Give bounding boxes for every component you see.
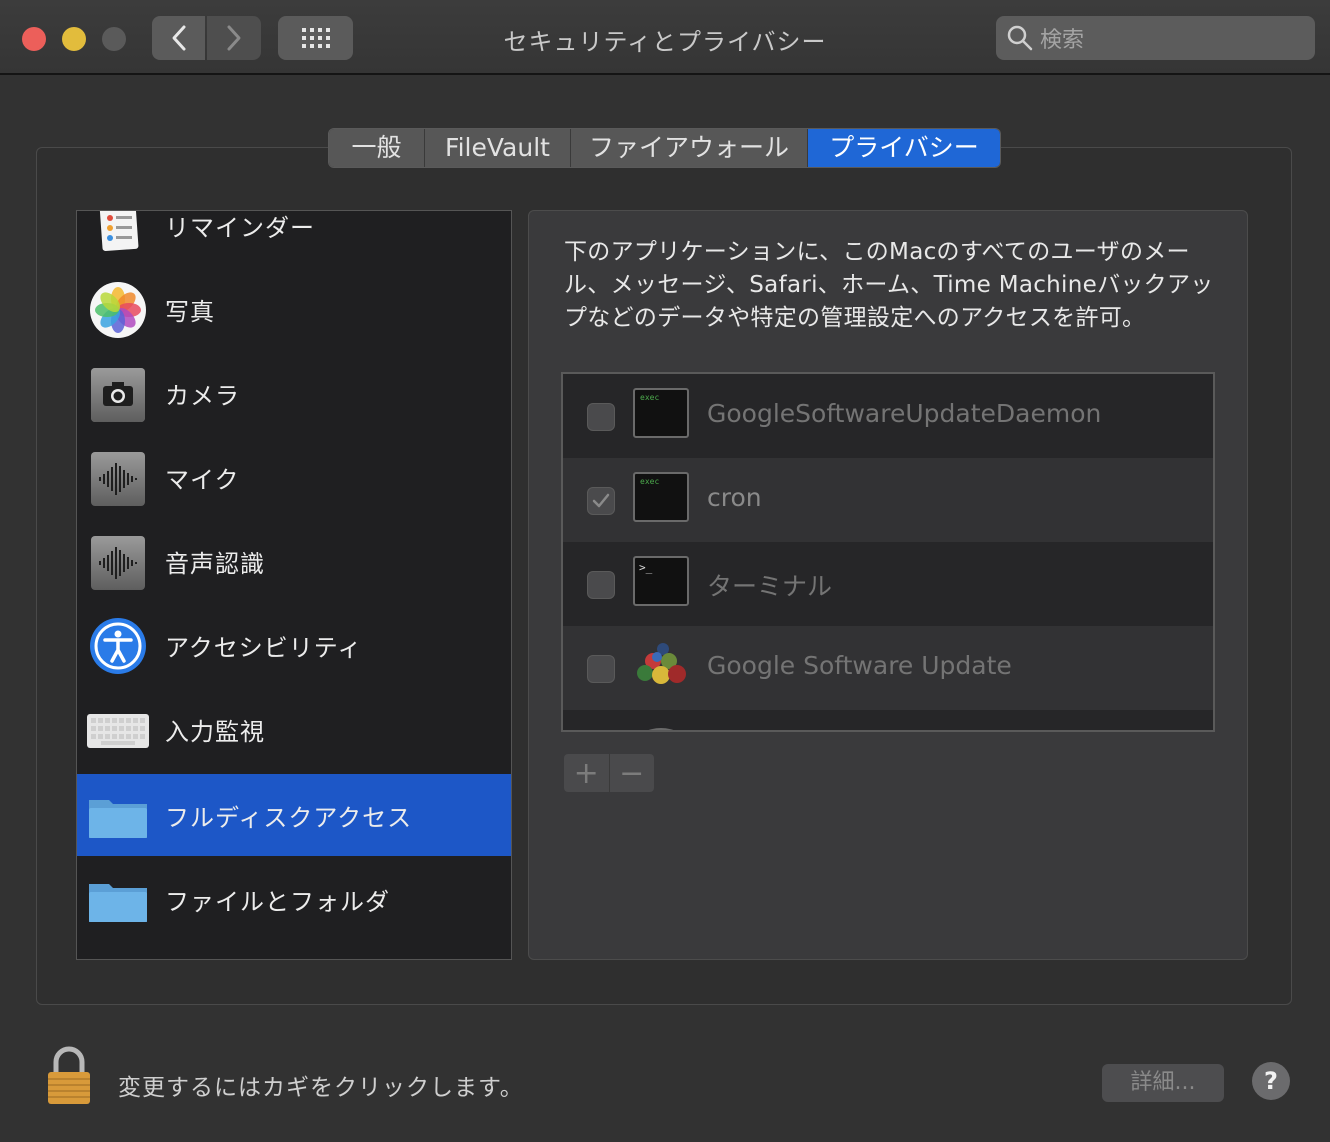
tab-privacy[interactable]: プライバシー <box>808 129 1000 167</box>
search-field[interactable]: 検索 <box>996 16 1315 60</box>
sidebar-item-camera[interactable]: カメラ <box>77 352 511 434</box>
app-name: ターミナル <box>707 572 833 601</box>
search-icon <box>1007 25 1033 51</box>
app-name: Google Software Update <box>707 651 1012 680</box>
speech-recognition-icon <box>91 536 145 590</box>
sidebar-item-microphone[interactable]: マイク <box>77 436 511 518</box>
details-button[interactable]: 詳細... <box>1102 1064 1224 1102</box>
folder-icon <box>89 800 147 838</box>
sidebar-item-label: 入力監視 <box>165 717 265 746</box>
sidebar-item-speech-recognition[interactable]: 音声認識 <box>77 520 511 602</box>
app-row[interactable]: exec GoogleSoftwareUpdateDaemon <box>563 374 1213 458</box>
app-checkbox[interactable] <box>587 655 615 683</box>
lock-icon[interactable] <box>44 1046 94 1106</box>
lock-instruction: 変更するにはカギをクリックします。 <box>118 1075 524 1101</box>
accessibility-icon <box>90 618 146 674</box>
exec-icon: exec <box>633 388 689 438</box>
reminders-icon <box>99 211 139 251</box>
app-row[interactable]: exec cron <box>563 458 1213 542</box>
app-row-partial[interactable] <box>563 710 1213 730</box>
photos-icon <box>90 282 146 338</box>
camera-icon <box>91 368 145 422</box>
add-button[interactable]: + <box>564 754 610 792</box>
app-name: cron <box>707 483 762 512</box>
app-row[interactable]: Google Software Update <box>563 626 1213 710</box>
app-row[interactable]: >_ ターミナル <box>563 542 1213 626</box>
keyboard-icon <box>87 714 149 748</box>
sidebar-item-label: 音声認識 <box>165 549 265 578</box>
sidebar-item-label: カメラ <box>165 381 240 410</box>
app-checkbox[interactable] <box>587 403 615 431</box>
sidebar-item-reminders[interactable]: リマインダー <box>77 211 511 266</box>
tab-filevault[interactable]: FileVault <box>425 129 571 167</box>
app-list[interactable]: exec GoogleSoftwareUpdateDaemon exec cro… <box>561 372 1215 732</box>
sidebar-item-photos[interactable]: 写真 <box>77 268 511 350</box>
sidebar-item-input-monitoring[interactable]: 入力監視 <box>77 688 511 770</box>
app-name: GoogleSoftwareUpdateDaemon <box>707 399 1102 428</box>
app-checkbox-checked[interactable] <box>587 487 615 515</box>
terminal-icon: >_ <box>633 556 689 606</box>
checkmark-icon <box>592 493 610 508</box>
sidebar-item-label: アクセシビリティ <box>165 633 363 662</box>
sidebar-item-label: 写真 <box>165 297 215 326</box>
exec-icon: exec <box>633 472 689 522</box>
exec-icon-text: exec <box>640 477 659 486</box>
microphone-icon <box>91 452 145 506</box>
tab-bar: 一般 FileVault ファイアウォール プライバシー <box>328 128 1001 168</box>
tab-firewall[interactable]: ファイアウォール <box>571 129 808 167</box>
sidebar-item-label: マイク <box>165 465 240 494</box>
privacy-category-list[interactable]: リマインダー 写真 カメラ マイク 音声認識 アクセシビリティ 入力監視 フルデ… <box>76 210 512 960</box>
search-placeholder: 検索 <box>1040 28 1085 53</box>
google-software-update-icon <box>637 643 686 684</box>
tab-general[interactable]: 一般 <box>329 129 425 167</box>
sidebar-item-label: フルディスクアクセス <box>165 803 413 832</box>
help-button[interactable]: ? <box>1252 1062 1290 1100</box>
title-bar: セキュリティとプライバシー 検索 <box>0 0 1330 75</box>
remove-button[interactable]: − <box>610 754 655 792</box>
exec-icon-text: exec <box>640 393 659 402</box>
sidebar-item-files-and-folders[interactable]: ファイルとフォルダ <box>77 858 511 940</box>
add-remove-buttons: + − <box>564 754 654 792</box>
sidebar-item-full-disk-access[interactable]: フルディスクアクセス <box>77 774 511 856</box>
sidebar-item-label: ファイルとフォルダ <box>165 887 390 916</box>
folder-icon <box>89 884 147 922</box>
sidebar-item-label: リマインダー <box>165 213 315 242</box>
sidebar-item-accessibility[interactable]: アクセシビリティ <box>77 604 511 686</box>
full-disk-access-description: 下のアプリケーションに、このMacのすべてのユーザのメール、メッセージ、Safa… <box>564 239 1214 331</box>
terminal-icon-text: >_ <box>639 561 653 574</box>
app-icon-partial <box>648 728 674 730</box>
app-checkbox[interactable] <box>587 571 615 599</box>
